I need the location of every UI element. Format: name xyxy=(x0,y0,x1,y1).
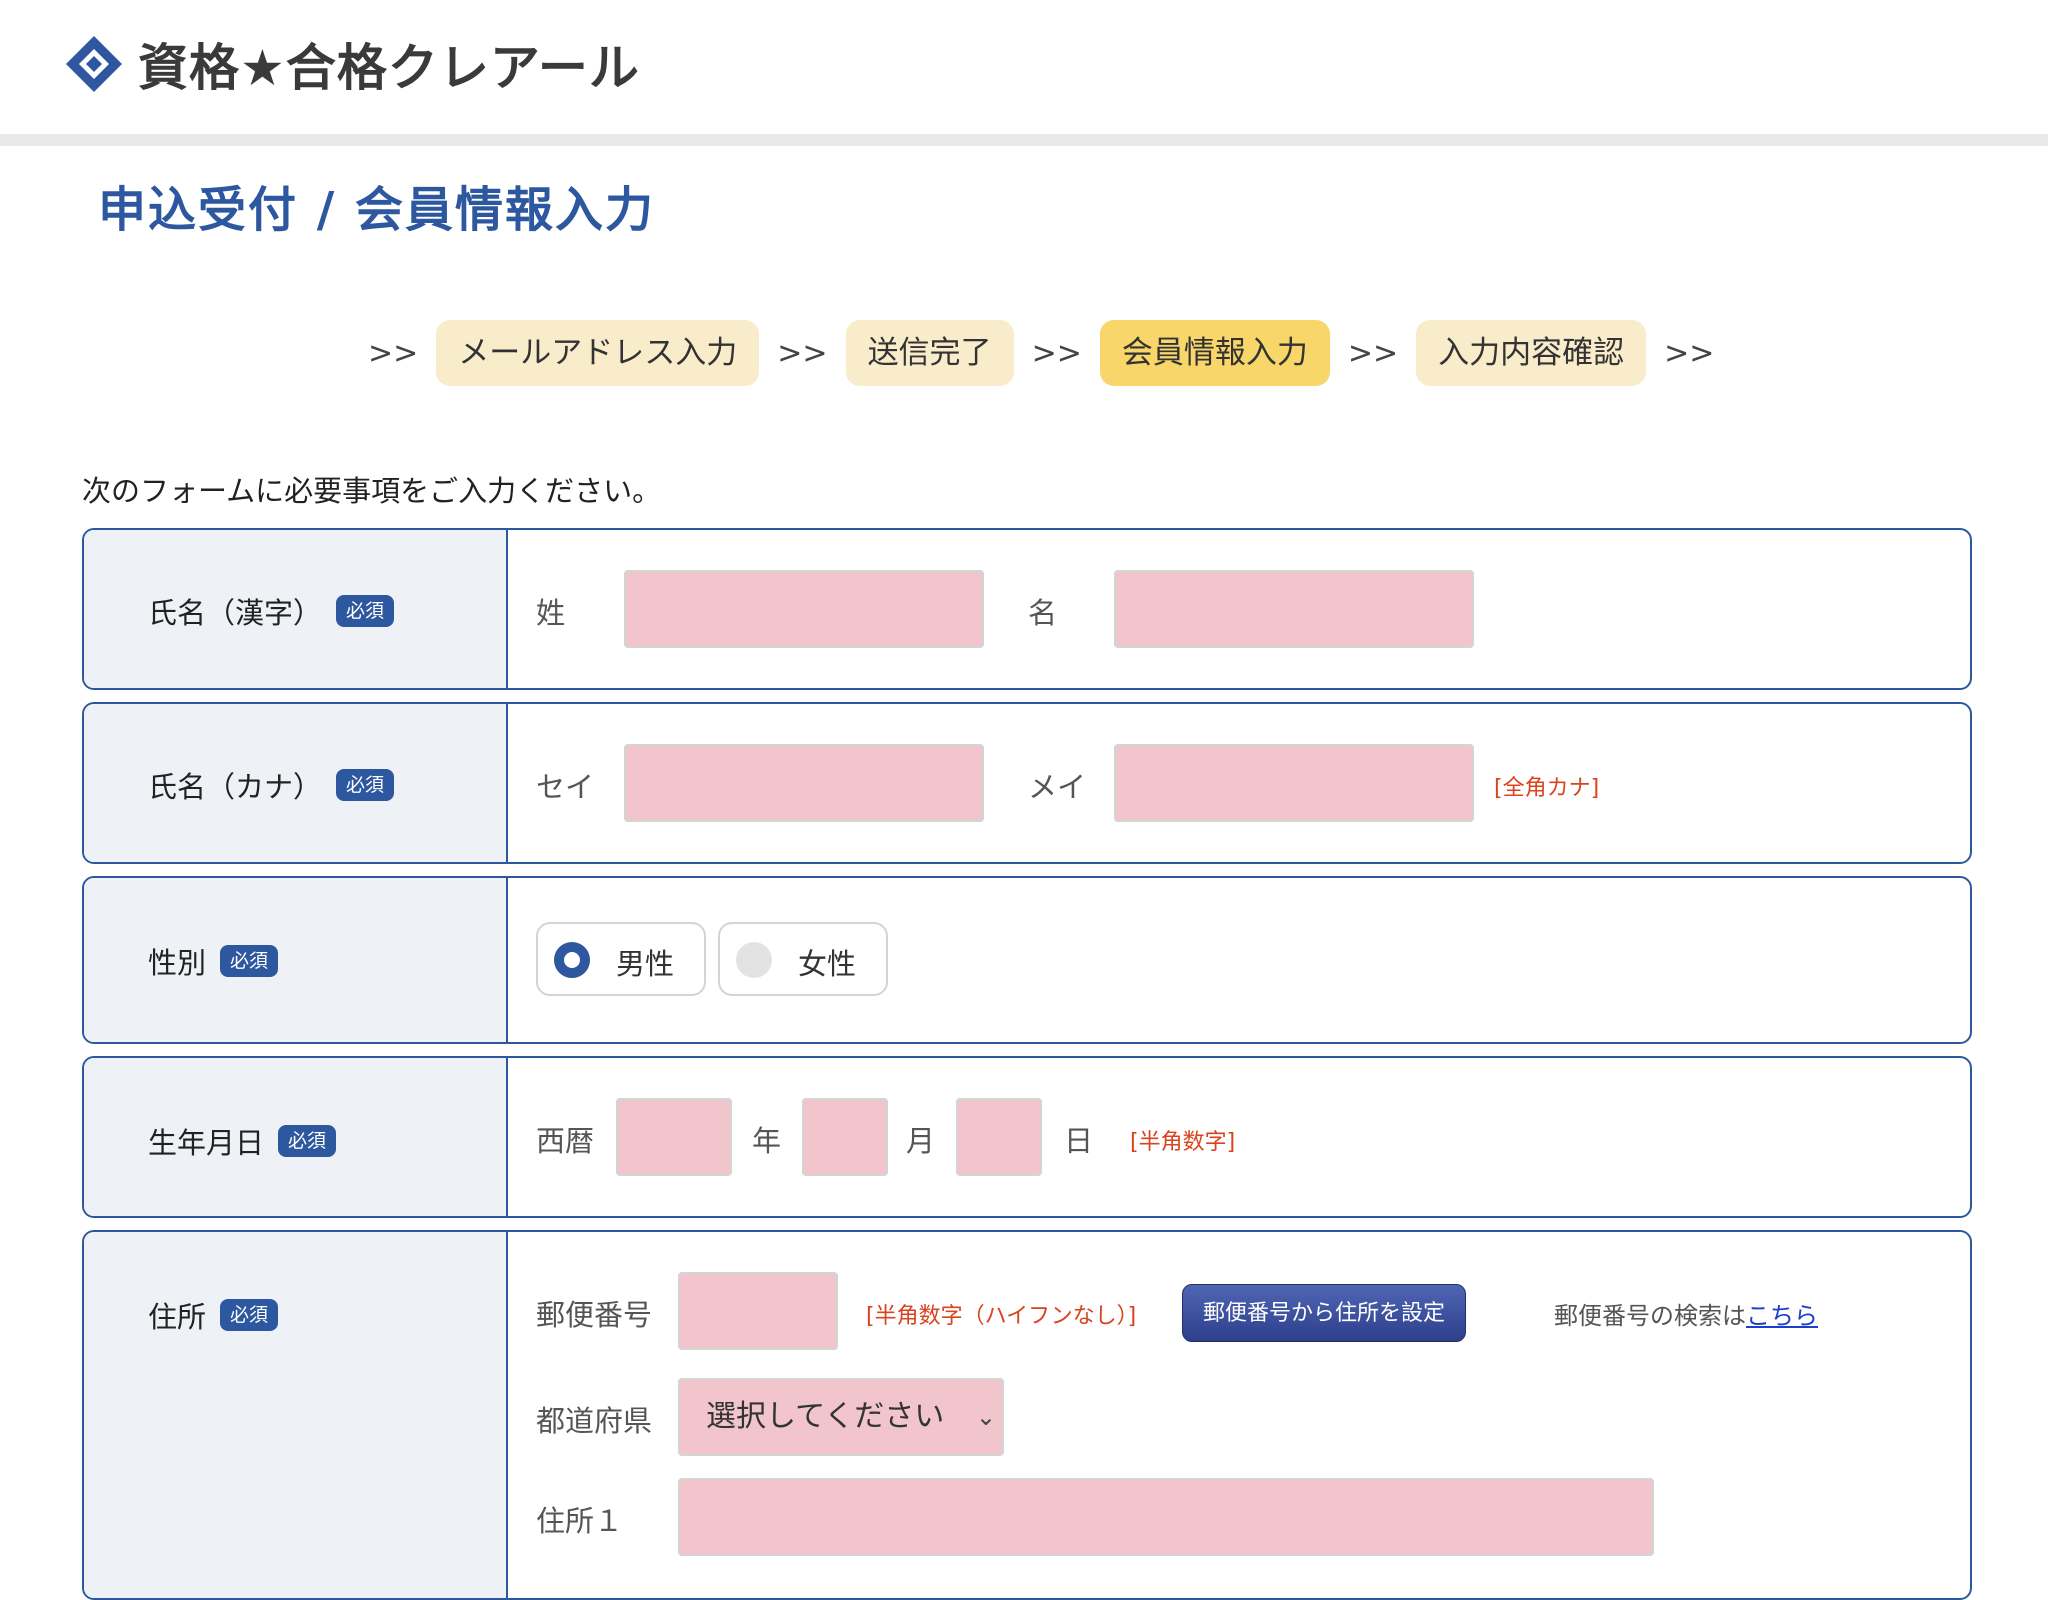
zip-label: 郵便番号 xyxy=(536,1298,653,1332)
sei-label: 姓 xyxy=(536,596,566,630)
required-badge: 必須 xyxy=(220,1298,279,1332)
row-label-cell: 生年月日 必須 xyxy=(84,1058,508,1216)
zip-search-link[interactable]: こちら xyxy=(1746,1302,1818,1330)
set-address-from-zip-button[interactable]: 郵便番号から住所を設定 xyxy=(1182,1284,1467,1342)
step-confirm: 入力内容確認 xyxy=(1416,320,1647,386)
name-kana-label: 氏名（カナ） xyxy=(148,770,323,804)
prefecture-label: 都道府県 xyxy=(536,1404,653,1438)
step-email-input: メールアドレス入力 xyxy=(436,320,760,386)
page-title: 申込受付 / 会員情報入力 xyxy=(98,182,655,238)
first-name-kana-input[interactable] xyxy=(1114,744,1474,822)
required-badge: 必須 xyxy=(336,768,395,802)
gender-radio-male[interactable]: 男性 xyxy=(536,922,706,996)
chevron-down-icon: ⌄ xyxy=(975,1403,996,1431)
digits-format-note: [半角数字] xyxy=(1130,1130,1236,1155)
mei-kana-label: メイ xyxy=(1028,770,1087,804)
kana-format-note: [全角カナ] xyxy=(1494,776,1600,801)
step-member-info-active: 会員情報入力 xyxy=(1099,320,1330,386)
form-instruction: 次のフォームに必要事項をご入力ください。 xyxy=(82,474,662,508)
birthday-label: 生年月日 xyxy=(148,1126,265,1160)
row-label-cell: 氏名（漢字） 必須 xyxy=(84,530,508,688)
sei-kana-label: セイ xyxy=(536,770,595,804)
gender-label: 性別 xyxy=(148,946,207,980)
step-separator: >> xyxy=(777,335,828,371)
birth-month-input[interactable] xyxy=(802,1098,888,1176)
radio-selected-icon xyxy=(554,942,590,978)
mei-label: 名 xyxy=(1028,596,1058,630)
year-label: 年 xyxy=(752,1124,782,1158)
required-badge: 必須 xyxy=(220,944,279,978)
zip-code-input[interactable] xyxy=(678,1272,838,1350)
address1-input[interactable] xyxy=(678,1478,1654,1556)
zip-search-text: 郵便番号の検索はこちら xyxy=(1554,1296,1818,1331)
last-name-kanji-input[interactable] xyxy=(624,570,984,648)
step-separator: >> xyxy=(1664,335,1715,371)
row-label-cell: 氏名（カナ） 必須 xyxy=(84,704,508,862)
form-row-birthday: 生年月日 必須 西暦 年 月 日 [半角数字] xyxy=(82,1056,1972,1218)
radio-unselected-icon xyxy=(736,942,772,978)
first-name-kanji-input[interactable] xyxy=(1114,570,1474,648)
name-kanji-label: 氏名（漢字） xyxy=(148,596,323,630)
gender-option-male-label: 男性 xyxy=(616,947,675,981)
form-row-name-kana: 氏名（カナ） 必須 セイ メイ [全角カナ] xyxy=(82,702,1972,864)
step-separator: >> xyxy=(1347,335,1399,371)
required-badge: 必須 xyxy=(278,1124,337,1158)
month-label: 月 xyxy=(906,1124,936,1158)
address-label: 住所 xyxy=(148,1300,207,1334)
step-sent: 送信完了 xyxy=(845,320,1014,386)
step-separator: >> xyxy=(1031,335,1082,371)
logo-diamond-icon xyxy=(66,36,122,92)
form-row-gender: 性別 必須 男性 女性 xyxy=(82,876,1972,1044)
address1-label: 住所１ xyxy=(536,1504,624,1538)
form-row-address: 住所 必須 郵便番号 [半角数字（ハイフンなし）] 郵便番号から住所を設定 郵便… xyxy=(82,1230,1972,1600)
zip-format-note: [半角数字（ハイフンなし）] xyxy=(866,1304,1137,1329)
step-separator: >> xyxy=(368,335,419,371)
required-badge: 必須 xyxy=(336,594,395,628)
day-label: 日 xyxy=(1064,1124,1094,1158)
prefecture-select[interactable]: 選択してください ⌄ xyxy=(678,1378,1004,1456)
era-label: 西暦 xyxy=(536,1124,595,1158)
form-row-name-kanji: 氏名（漢字） 必須 姓 名 xyxy=(82,528,1972,690)
progress-steps: >> メールアドレス入力 >> 送信完了 >> 会員情報入力 >> 入力内容確認… xyxy=(350,320,1732,386)
row-label-cell: 性別 必須 xyxy=(84,878,508,1042)
zip-search-prefix: 郵便番号の検索は xyxy=(1554,1302,1746,1330)
prefecture-select-value: 選択してください xyxy=(706,1399,945,1434)
logo-text: 資格★合格クレアール xyxy=(138,39,640,97)
site-header: 資格★合格クレアール xyxy=(0,0,2048,146)
row-label-cell: 住所 必須 xyxy=(84,1232,508,1598)
gender-radio-female[interactable]: 女性 xyxy=(718,922,888,996)
gender-option-female-label: 女性 xyxy=(798,947,857,981)
last-name-kana-input[interactable] xyxy=(624,744,984,822)
site-logo[interactable]: 資格★合格クレアール xyxy=(64,28,640,100)
birth-day-input[interactable] xyxy=(956,1098,1042,1176)
birth-year-input[interactable] xyxy=(616,1098,732,1176)
